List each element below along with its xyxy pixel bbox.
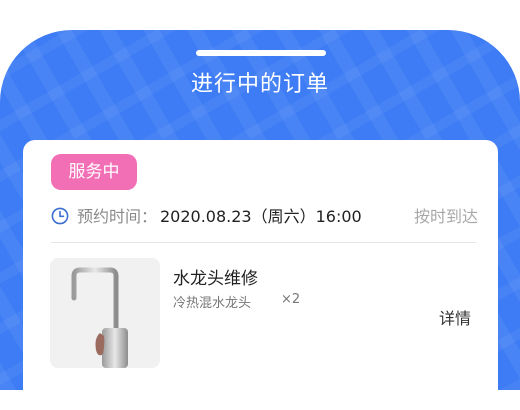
arrival-status: 按时到达 (413, 207, 478, 226)
product-quantity: ×2 (281, 292, 301, 307)
divider (51, 242, 476, 243)
product-spec: 冷热混水龙头 (173, 296, 252, 311)
appointment-time-label: 预约时间： (77, 207, 158, 226)
appointment-time-row: 预约时间： 2020.08.23（周六）16:00 按时到达 (51, 206, 478, 228)
detail-link[interactable]: 详情 (439, 305, 471, 329)
status-badge: 服务中 (51, 154, 137, 190)
product-name: 水龙头维修 (173, 269, 258, 289)
faucet-illustration (71, 267, 128, 368)
order-card: 服务中 预约时间： 2020.08.23（周六）16:00 按时到达 水龙头维修… (23, 140, 498, 410)
page-title: 进行中的订单 (190, 72, 329, 97)
faucet-image[interactable] (50, 258, 160, 368)
drag-handle[interactable] (196, 50, 326, 56)
appointment-time-value: 2020.08.23（周六）16:00 (160, 207, 362, 226)
clock-icon (51, 207, 69, 225)
